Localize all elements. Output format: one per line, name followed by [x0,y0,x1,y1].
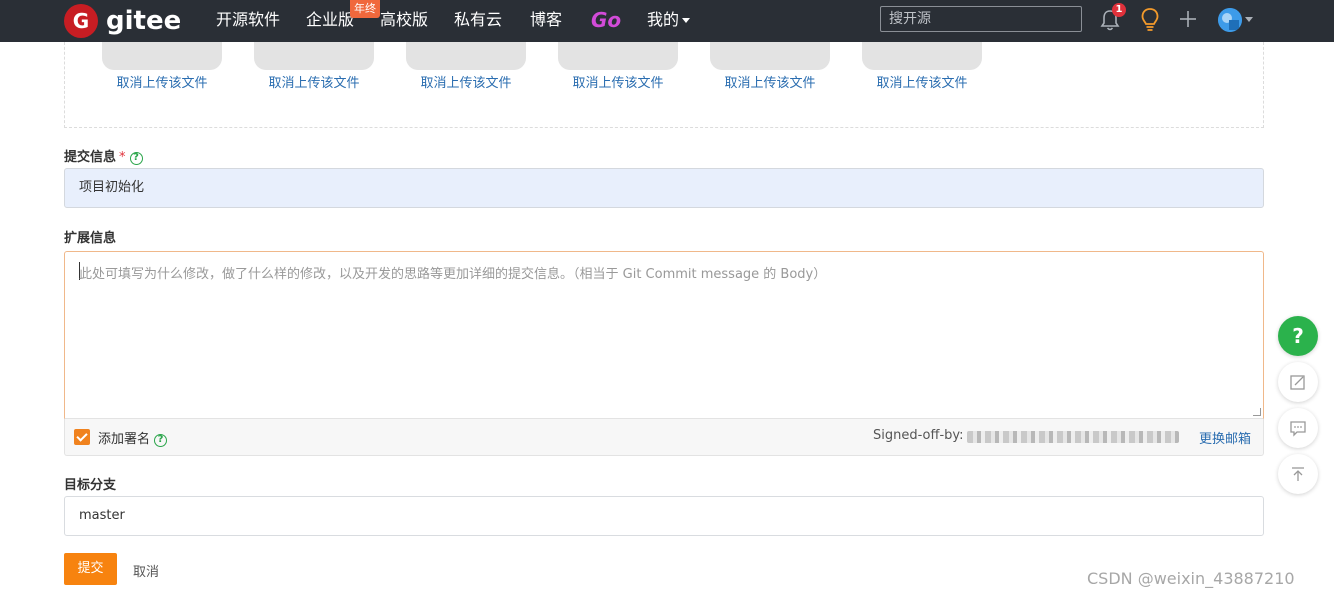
help-float-button[interactable]: ? [1278,316,1318,356]
cancel-upload-link[interactable]: 取消上传该文件 [558,72,678,91]
nav-enterprise[interactable]: 企业版 [306,10,354,30]
nav-mine-menu[interactable]: 我的 [647,10,691,30]
change-email-link[interactable]: 更换邮箱 [1199,428,1251,447]
nav-private-cloud[interactable]: 私有云 [454,10,502,30]
lightbulb-icon[interactable] [1139,7,1161,33]
commit-message-input[interactable]: 项目初始化 [64,168,1264,208]
upload-thumbnail [406,42,526,70]
nav-blog[interactable]: 博客 [530,10,562,30]
upload-thumbnail [254,42,374,70]
signoff-bar: 添加署名? Signed-off-by: 更换邮箱 [64,419,1264,456]
upload-thumbnail [558,42,678,70]
redacted-email [967,431,1179,443]
extended-info-placeholder: 此处可填写为什么修改，做了什么样的修改，以及开发的思路等更加详细的提交信息。（相… [79,267,827,282]
nav-university[interactable]: 高校版 [380,10,428,30]
nav-mine-label: 我的 [647,10,680,29]
avatar-icon [1218,8,1242,32]
top-navbar: G gitee 开源软件 企业版 年终 高校版 私有云 博客 Go 我的 搜开源… [0,0,1334,42]
upload-thumbnail [102,42,222,70]
cancel-upload-link[interactable]: 取消上传该文件 [710,72,830,91]
commit-message-label-text: 提交信息 [64,150,117,165]
arrow-up-icon [1292,467,1304,481]
question-mark-icon: ? [1292,324,1304,348]
chevron-down-icon [682,18,691,23]
edit-icon [1290,375,1305,390]
csdn-watermark: CSDN @weixin_43887210 [1087,569,1295,588]
cancel-upload-link[interactable]: 取消上传该文件 [862,72,982,91]
cancel-link[interactable]: 取消 [133,561,159,580]
upload-thumbnail [710,42,830,70]
help-icon[interactable]: ? [154,434,168,447]
required-mark: * [119,150,126,165]
nav-open-source[interactable]: 开源软件 [216,10,280,30]
cancel-upload-link[interactable]: 取消上传该文件 [102,72,222,91]
resize-handle-icon[interactable] [1253,408,1261,416]
comment-icon [1290,421,1306,437]
back-to-top-button[interactable] [1278,454,1318,494]
commit-message-label: 提交信息 *? [64,146,143,165]
add-signature-label[interactable]: 添加署名? [98,428,168,447]
cancel-upload-link[interactable]: 取消上传该文件 [254,72,374,91]
nav-go[interactable]: Go [591,8,621,32]
help-icon[interactable]: ? [129,152,143,165]
submit-button[interactable]: 提交 [64,553,117,585]
add-signature-text: 添加署名 [98,432,151,447]
notification-badge: 1 [1112,3,1126,17]
cancel-upload-link[interactable]: 取消上传该文件 [406,72,526,91]
plus-icon[interactable] [1178,9,1198,29]
comment-float-button[interactable] [1278,408,1318,448]
target-branch-label: 目标分支 [64,478,117,493]
add-signature-checkbox[interactable] [74,429,90,445]
gitee-logo-icon: G [64,4,98,38]
extended-info-label: 扩展信息 [64,231,117,246]
search-input[interactable]: 搜开源 [880,6,1082,32]
gitee-logo-text: gitee [106,6,182,36]
year-end-badge: 年终 [350,0,380,18]
signed-off-by-label: Signed-off-by: [873,428,964,443]
avatar-chevron-down-icon[interactable] [1245,17,1253,22]
feedback-float-button[interactable] [1278,362,1318,402]
upload-thumbnail [862,42,982,70]
gitee-logo[interactable]: G gitee [64,4,181,38]
target-branch-input[interactable]: master [64,496,1264,536]
user-avatar[interactable] [1218,8,1242,32]
extended-info-textarea[interactable]: 此处可填写为什么修改，做了什么样的修改，以及开发的思路等更加详细的提交信息。（相… [64,251,1264,419]
